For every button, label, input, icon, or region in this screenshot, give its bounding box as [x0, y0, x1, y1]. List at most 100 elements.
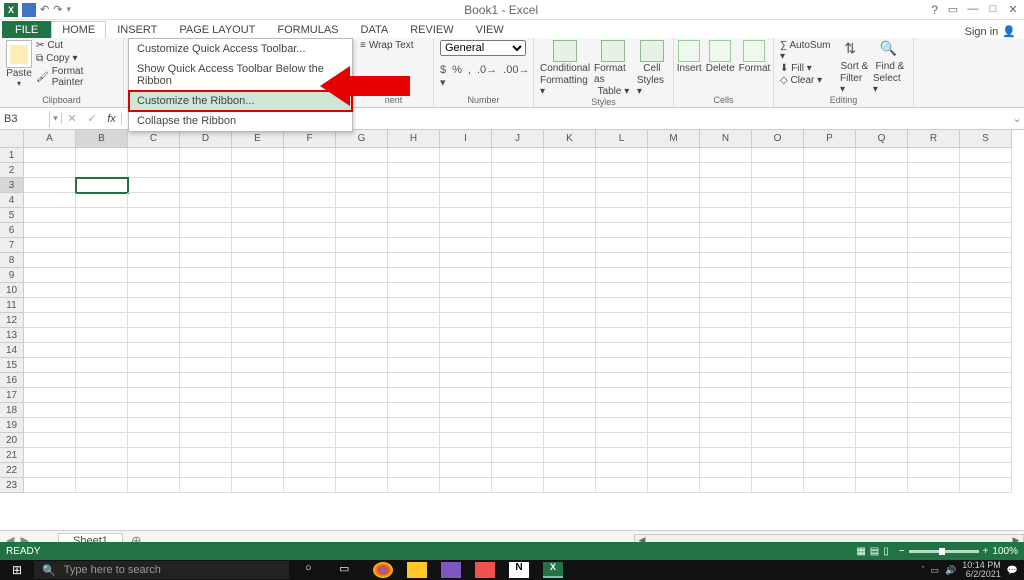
cell-M4[interactable]: [648, 193, 700, 208]
cell-J3[interactable]: [492, 178, 544, 193]
fill-button[interactable]: ⬇ Fill ▾: [780, 63, 836, 74]
cell-A18[interactable]: [24, 403, 76, 418]
column-header-H[interactable]: H: [388, 130, 440, 148]
cell-A5[interactable]: [24, 208, 76, 223]
column-header-J[interactable]: J: [492, 130, 544, 148]
cell-L17[interactable]: [596, 388, 648, 403]
cell-P15[interactable]: [804, 358, 856, 373]
chrome-icon[interactable]: [373, 562, 393, 578]
cell-A7[interactable]: [24, 238, 76, 253]
cell-F17[interactable]: [284, 388, 336, 403]
cell-A20[interactable]: [24, 433, 76, 448]
cell-B10[interactable]: [76, 283, 128, 298]
cell-H19[interactable]: [388, 418, 440, 433]
cell-B2[interactable]: [76, 163, 128, 178]
cell-K11[interactable]: [544, 298, 596, 313]
notifications-icon[interactable]: 💬: [1007, 565, 1018, 576]
copy-button[interactable]: ⧉ Copy ▾: [36, 53, 117, 64]
cell-Q12[interactable]: [856, 313, 908, 328]
cell-J22[interactable]: [492, 463, 544, 478]
cell-F11[interactable]: [284, 298, 336, 313]
zoom-slider[interactable]: [909, 550, 979, 553]
cell-F6[interactable]: [284, 223, 336, 238]
cell-M8[interactable]: [648, 253, 700, 268]
cell-C21[interactable]: [128, 448, 180, 463]
row-header-3[interactable]: 3: [0, 178, 24, 193]
cell-Q15[interactable]: [856, 358, 908, 373]
cell-F12[interactable]: [284, 313, 336, 328]
maximize-icon[interactable]: □: [984, 3, 1002, 16]
row-header-1[interactable]: 1: [0, 148, 24, 163]
cell-F7[interactable]: [284, 238, 336, 253]
cell-I14[interactable]: [440, 343, 492, 358]
cell-H10[interactable]: [388, 283, 440, 298]
taskbar-search[interactable]: 🔍 Type here to search: [34, 561, 289, 579]
cell-P7[interactable]: [804, 238, 856, 253]
cell-M18[interactable]: [648, 403, 700, 418]
cell-P13[interactable]: [804, 328, 856, 343]
cell-H5[interactable]: [388, 208, 440, 223]
cell-N8[interactable]: [700, 253, 752, 268]
cell-K13[interactable]: [544, 328, 596, 343]
cell-E11[interactable]: [232, 298, 284, 313]
cell-D15[interactable]: [180, 358, 232, 373]
cell-D13[interactable]: [180, 328, 232, 343]
cell-F3[interactable]: [284, 178, 336, 193]
paste-button[interactable]: Paste ▾: [6, 40, 32, 88]
cell-F4[interactable]: [284, 193, 336, 208]
cell-C8[interactable]: [128, 253, 180, 268]
view-normal-icon[interactable]: ▦: [856, 546, 865, 557]
cell-J9[interactable]: [492, 268, 544, 283]
tab-formulas[interactable]: FORMULAS: [266, 21, 349, 38]
cell-S8[interactable]: [960, 253, 1012, 268]
cell-O3[interactable]: [752, 178, 804, 193]
cell-E18[interactable]: [232, 403, 284, 418]
cell-C10[interactable]: [128, 283, 180, 298]
cell-O6[interactable]: [752, 223, 804, 238]
cell-A6[interactable]: [24, 223, 76, 238]
cell-M21[interactable]: [648, 448, 700, 463]
cell-F13[interactable]: [284, 328, 336, 343]
cell-I15[interactable]: [440, 358, 492, 373]
cell-Q6[interactable]: [856, 223, 908, 238]
cell-E13[interactable]: [232, 328, 284, 343]
cell-D10[interactable]: [180, 283, 232, 298]
cell-I19[interactable]: [440, 418, 492, 433]
column-header-N[interactable]: N: [700, 130, 752, 148]
row-header-23[interactable]: 23: [0, 478, 24, 493]
cell-Q21[interactable]: [856, 448, 908, 463]
cell-H4[interactable]: [388, 193, 440, 208]
cell-R11[interactable]: [908, 298, 960, 313]
cell-N23[interactable]: [700, 478, 752, 493]
cell-N13[interactable]: [700, 328, 752, 343]
cell-N9[interactable]: [700, 268, 752, 283]
cell-H8[interactable]: [388, 253, 440, 268]
cell-H16[interactable]: [388, 373, 440, 388]
cell-G4[interactable]: [336, 193, 388, 208]
cell-H11[interactable]: [388, 298, 440, 313]
cell-Q19[interactable]: [856, 418, 908, 433]
cell-L21[interactable]: [596, 448, 648, 463]
cell-O19[interactable]: [752, 418, 804, 433]
cell-E20[interactable]: [232, 433, 284, 448]
cell-M22[interactable]: [648, 463, 700, 478]
column-header-I[interactable]: I: [440, 130, 492, 148]
cell-F14[interactable]: [284, 343, 336, 358]
cell-A15[interactable]: [24, 358, 76, 373]
cell-E17[interactable]: [232, 388, 284, 403]
cell-C16[interactable]: [128, 373, 180, 388]
zoom-in-button[interactable]: +: [983, 546, 989, 557]
view-pagebreak-icon[interactable]: ▯: [883, 546, 889, 557]
cell-K6[interactable]: [544, 223, 596, 238]
cell-C5[interactable]: [128, 208, 180, 223]
cell-L20[interactable]: [596, 433, 648, 448]
cell-M11[interactable]: [648, 298, 700, 313]
cell-O17[interactable]: [752, 388, 804, 403]
cell-B3[interactable]: [76, 178, 128, 193]
select-all-corner[interactable]: [0, 130, 24, 148]
row-header-11[interactable]: 11: [0, 298, 24, 313]
cell-L23[interactable]: [596, 478, 648, 493]
cell-P1[interactable]: [804, 148, 856, 163]
cell-F20[interactable]: [284, 433, 336, 448]
column-header-C[interactable]: C: [128, 130, 180, 148]
